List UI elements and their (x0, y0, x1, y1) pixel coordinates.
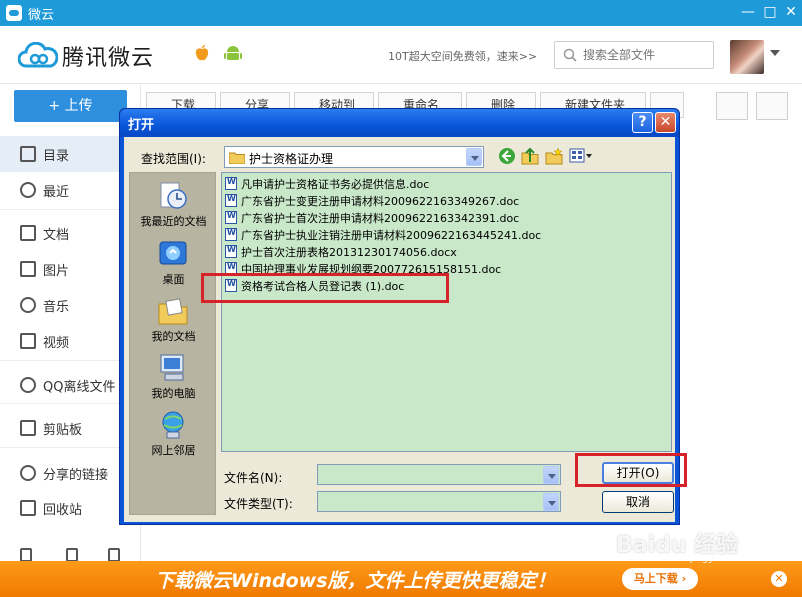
word-document-icon (225, 177, 237, 190)
upload-button[interactable]: + 上传 (14, 90, 127, 122)
share-link-icon (20, 465, 36, 481)
tablet-icon[interactable] (108, 548, 120, 562)
folder-icon (229, 152, 245, 164)
word-document-icon (225, 194, 237, 207)
place-label: 我的电脑 (151, 387, 196, 400)
list-view-icon[interactable] (716, 92, 748, 120)
cloud-logo-icon (18, 42, 58, 68)
my-computer-icon (160, 354, 184, 381)
grid-view-icon[interactable] (756, 92, 788, 120)
file-name-field[interactable] (317, 464, 561, 485)
apple-icon[interactable] (194, 44, 210, 62)
chevron-down-icon[interactable] (543, 466, 559, 484)
file-name: 广东省护士首次注册申请材料2009622163342391.doc (241, 212, 520, 225)
network-icon (162, 411, 184, 439)
clock-icon (20, 182, 36, 198)
minimize-button[interactable]: — (738, 3, 758, 21)
trash-icon (20, 500, 36, 516)
promo-link[interactable]: 10T超大空间免费领，速来>> (388, 48, 537, 64)
look-in-select[interactable]: 护士资格证办理 (224, 146, 484, 168)
close-button[interactable]: ✕ (781, 3, 801, 21)
file-name-label: 文件名(N): (224, 471, 283, 485)
app-title: 微云 (28, 8, 55, 23)
sidebar-item-label: 剪贴板 (43, 423, 83, 438)
clipboard-icon (20, 420, 36, 436)
sidebar-item-label: 最近 (43, 185, 70, 200)
help-button[interactable]: ? (632, 112, 653, 133)
file-type-select[interactable] (317, 491, 561, 512)
dialog-title: 打开 (128, 118, 155, 133)
place-network[interactable]: 网上邻居 (130, 408, 217, 464)
place-label: 网上邻居 (151, 444, 196, 457)
new-folder-icon[interactable] (545, 147, 563, 165)
sidebar-item-label: 视频 (43, 336, 70, 351)
file-name: 广东省护士执业注销注册申请材料2009622163445241.doc (241, 229, 542, 242)
open-button-highlight-annotation (575, 453, 687, 487)
view-menu-icon[interactable] (569, 147, 593, 165)
open-dialog: 打开 ? ✕ 查找范围(I): 护士资格证办理 我最近的文档 桌面 我的文档 我… (119, 108, 687, 525)
document-icon (20, 225, 36, 241)
weiyun-logo-icon (6, 5, 22, 21)
sidebar-item-label: QQ离线文件 (43, 380, 116, 395)
file-name: 凡申请护士资格证书务必提供信息.doc (241, 178, 430, 191)
place-recent-documents[interactable]: 我最近的文档 (130, 179, 217, 235)
video-icon (20, 333, 36, 349)
chevron-down-icon[interactable] (466, 148, 482, 166)
file-name: 护士首次注册表格20131230174056.docx (241, 246, 457, 259)
word-document-icon (225, 245, 237, 258)
dialog-body: 查找范围(I): 护士资格证办理 我最近的文档 桌面 我的文档 我的电脑 网上邻… (124, 137, 687, 522)
avatar[interactable] (730, 40, 764, 74)
my-documents-icon (158, 298, 188, 325)
qq-icon (20, 377, 36, 393)
directory-icon (20, 146, 36, 162)
dialog-close-button[interactable]: ✕ (655, 112, 676, 133)
sidebar-item-label: 图片 (43, 264, 70, 279)
file-name: 广东省护士变更注册申请材料2009622163349267.doc (241, 195, 520, 208)
back-icon[interactable] (498, 147, 516, 165)
sidebar-item-label: 目录 (43, 149, 70, 164)
app-titlebar: 微云 — □ ✕ (0, 0, 802, 26)
places-bar: 我最近的文档 桌面 我的文档 我的电脑 网上邻居 (129, 172, 216, 515)
place-my-computer[interactable]: 我的电脑 (130, 351, 217, 407)
up-folder-icon[interactable] (521, 147, 539, 165)
chevron-down-icon[interactable] (543, 493, 559, 511)
file-type-label: 文件类型(T): (224, 497, 293, 511)
word-document-icon (225, 228, 237, 241)
sidebar-item-label: 文档 (43, 228, 70, 243)
app-header: 腾讯微云 10T超大空间免费领，速来>> (0, 26, 802, 84)
look-in-label: 查找范围(I): (141, 152, 206, 166)
file-highlight-annotation (201, 273, 449, 303)
logo-text: 腾讯微云 (62, 46, 155, 71)
download-now-button[interactable]: 马上下载 › (622, 568, 698, 590)
device-icon[interactable] (20, 548, 32, 562)
search-icon (563, 48, 577, 62)
dialog-titlebar[interactable]: 打开 ? ✕ (120, 109, 679, 137)
maximize-button[interactable]: □ (760, 3, 780, 21)
look-in-value: 护士资格证办理 (249, 152, 334, 166)
sidebar-item-label: 回收站 (43, 503, 83, 518)
sidebar-item-label: 分享的链接 (43, 468, 109, 483)
android-icon[interactable] (224, 44, 242, 62)
cancel-button[interactable]: 取消 (602, 491, 674, 513)
place-label: 我最近的文档 (140, 215, 207, 228)
watermark-url: jingyan.baidu.com (690, 553, 783, 564)
chevron-down-icon[interactable] (770, 50, 780, 56)
search-input[interactable] (583, 46, 709, 64)
sidebar-item-label: 音乐 (43, 300, 70, 315)
phone-icon[interactable] (66, 548, 78, 562)
recent-documents-icon (160, 182, 187, 209)
place-label: 我的文档 (151, 330, 196, 343)
word-document-icon (225, 211, 237, 224)
banner-text: 下载微云Windows版，文件上传更快更稳定！ (155, 570, 556, 592)
desktop-icon (159, 241, 187, 265)
search-box[interactable] (554, 41, 714, 69)
close-icon[interactable]: ✕ (771, 571, 787, 587)
file-list[interactable]: 凡申请护士资格证书务必提供信息.doc 广东省护士变更注册申请材料2009622… (221, 172, 672, 452)
music-icon (20, 297, 36, 313)
image-icon (20, 261, 36, 277)
